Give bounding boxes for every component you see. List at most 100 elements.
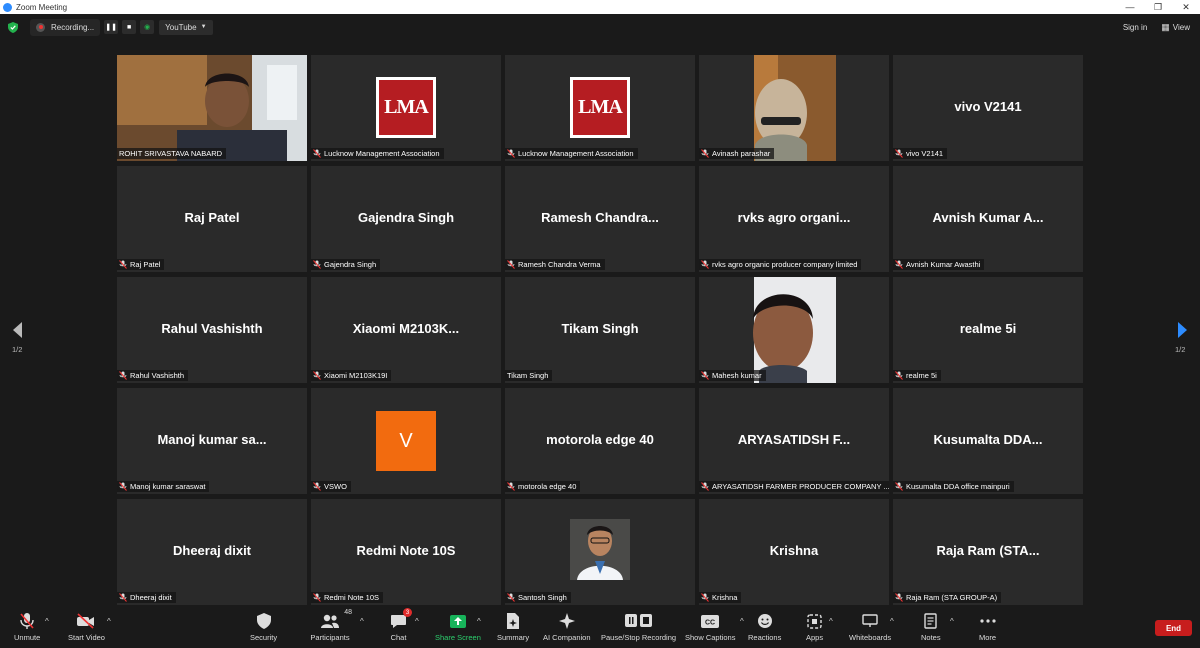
lma-logo: LMA	[570, 77, 630, 138]
share-screen-button[interactable]: Share Screen	[435, 611, 481, 642]
muted-mic-icon	[313, 482, 321, 491]
next-page-arrow-icon[interactable]	[1173, 320, 1191, 340]
participant-tile[interactable]: ARYASATIDSH F... ARYASATIDSH FARMER PRODU…	[699, 388, 889, 494]
chat-options-chevron-icon[interactable]: ^	[415, 617, 419, 626]
start-video-button[interactable]: Start Video	[68, 611, 105, 642]
participant-tile[interactable]: LMA Lucknow Management Association	[311, 55, 501, 161]
encryption-shield-icon[interactable]	[8, 21, 18, 33]
participant-name: Avinash parashar	[712, 149, 771, 158]
participant-tile[interactable]: Rahul Vashishth Rahul Vashishth	[117, 277, 307, 383]
more-dots-icon	[979, 619, 996, 623]
participant-tile[interactable]: Avnish Kumar A... Avnish Kumar Awasthi	[893, 166, 1083, 272]
apps-options-chevron-icon[interactable]: ^	[829, 617, 833, 626]
participant-tile[interactable]: Krishna Krishna	[699, 499, 889, 605]
participant-name-label: Avinash parashar	[699, 148, 775, 159]
participant-tile[interactable]: Dheeraj dixit Dheeraj dixit	[117, 499, 307, 605]
participant-display-name: rvks agro organi...	[737, 210, 851, 225]
participant-name: motorola edge 40	[518, 482, 577, 491]
participant-tile[interactable]: rvks agro organi... rvks agro organic pro…	[699, 166, 889, 272]
participant-tile[interactable]: ROHIT SRIVASTAVA NABARD	[117, 55, 307, 161]
participant-tile[interactable]: motorola edge 40 motorola edge 40	[505, 388, 695, 494]
pause-recording-button[interactable]: ❚❚	[104, 20, 119, 34]
participants-button[interactable]: 48 Participants	[310, 609, 352, 642]
reactions-button[interactable]: Reactions	[748, 611, 781, 642]
muted-mic-icon	[119, 482, 127, 491]
view-label: View	[1172, 22, 1190, 32]
participant-tile[interactable]: Raja Ram (STA... Raja Ram (STA GROUP-A)	[893, 499, 1083, 605]
participant-tile[interactable]: Manoj kumar sa... Manoj kumar saraswat	[117, 388, 307, 494]
participant-name: Rahul Vashishth	[130, 371, 185, 380]
participant-tile[interactable]: Mahesh kumar	[699, 277, 889, 383]
ai-companion-button[interactable]: AI Companion	[543, 611, 591, 642]
sign-in-link[interactable]: Sign in	[1123, 23, 1147, 32]
stop-recording-button[interactable]: ■	[122, 20, 137, 34]
video-options-chevron-icon[interactable]: ^	[107, 617, 111, 626]
participant-tile[interactable]: Santosh Singh	[505, 499, 695, 605]
chat-unread-badge: 3	[403, 608, 412, 617]
summary-button[interactable]: Summary	[497, 611, 529, 642]
window-title: Zoom Meeting	[16, 2, 68, 12]
participant-name-label: Kusumalta DDA office mainpuri	[893, 481, 1014, 492]
participant-name-label: Redmi Note 10S	[311, 592, 384, 603]
participant-name: VSWO	[324, 482, 347, 491]
participant-name: Krishna	[712, 593, 738, 602]
participant-name-label: VSWO	[311, 481, 351, 492]
window-titlebar: Zoom Meeting — ❐ ✕	[0, 0, 1200, 14]
lma-logo-text: LMA	[384, 96, 429, 118]
muted-mic-icon	[701, 593, 709, 602]
audio-options-chevron-icon[interactable]: ^	[45, 617, 49, 626]
recording-dot-icon	[36, 22, 45, 32]
participant-tile[interactable]: V VSWO	[311, 388, 501, 494]
participant-video-feed	[754, 55, 836, 161]
restore-button[interactable]: ❐	[1144, 2, 1172, 13]
participant-display-name: ARYASATIDSH F...	[737, 432, 851, 447]
participant-tile[interactable]: Kusumalta DDA... Kusumalta DDA office mai…	[893, 388, 1083, 494]
chat-button[interactable]: 3 Chat	[390, 608, 412, 642]
muted-mic-icon	[313, 149, 321, 158]
minimize-button[interactable]: —	[1116, 2, 1144, 12]
participant-name-label: Rahul Vashishth	[117, 370, 189, 381]
muted-mic-icon	[895, 371, 903, 380]
security-button[interactable]: Security	[250, 611, 277, 642]
show-captions-button[interactable]: CC Show Captions	[685, 611, 735, 642]
share-options-chevron-icon[interactable]: ^	[477, 617, 481, 626]
captions-options-chevron-icon[interactable]: ^	[740, 617, 744, 626]
end-meeting-button[interactable]: End	[1155, 620, 1192, 636]
close-button[interactable]: ✕	[1172, 2, 1200, 13]
unmute-button[interactable]: Unmute	[14, 611, 40, 642]
participant-tile[interactable]: Redmi Note 10S Redmi Note 10S	[311, 499, 501, 605]
share-screen-icon	[449, 614, 466, 628]
whiteboards-button[interactable]: Whiteboards	[849, 611, 891, 642]
participant-display-name: Redmi Note 10S	[356, 543, 456, 558]
participants-options-chevron-icon[interactable]: ^	[360, 617, 364, 626]
participant-tile[interactable]: Xiaomi M2103K... Xiaomi M2103K19I	[311, 277, 501, 383]
participant-name: rvks agro organic producer company limit…	[712, 260, 858, 269]
participant-tile[interactable]: Tikam Singh Tikam Singh	[505, 277, 695, 383]
participant-display-name: Manoj kumar sa...	[157, 432, 267, 447]
participant-tile[interactable]: realme 5i realme 5i	[893, 277, 1083, 383]
participant-tile[interactable]: Raj Patel Raj Patel	[117, 166, 307, 272]
participant-tile[interactable]: Avinash parashar	[699, 55, 889, 161]
whiteboards-options-chevron-icon[interactable]: ^	[890, 617, 894, 626]
participant-name-label: Avnish Kumar Awasthi	[893, 259, 985, 270]
pause-stop-recording-button[interactable]: Pause/Stop Recording	[601, 611, 676, 642]
notes-options-chevron-icon[interactable]: ^	[950, 617, 954, 626]
live-stream-icon[interactable]: ◉	[140, 20, 155, 34]
apps-button[interactable]: Apps	[806, 611, 823, 642]
muted-microphone-icon	[20, 613, 34, 629]
notes-button[interactable]: Notes	[921, 611, 941, 642]
ai-sparkle-icon	[558, 613, 575, 629]
view-button[interactable]: ▦ View	[1161, 22, 1190, 33]
participants-icon	[321, 614, 339, 628]
participant-tile[interactable]: Gajendra Singh Gajendra Singh	[311, 166, 501, 272]
participant-display-name: Ramesh Chandra...	[541, 210, 659, 225]
more-button[interactable]: More	[979, 611, 996, 642]
previous-page-arrow-icon[interactable]	[9, 320, 27, 340]
participant-name: Tikam Singh	[507, 371, 549, 380]
stream-destination-dropdown[interactable]: YouTube ▼	[159, 19, 213, 35]
participant-tile[interactable]: Ramesh Chandra... Ramesh Chandra Verma	[505, 166, 695, 272]
participant-display-name: motorola edge 40	[546, 432, 654, 447]
participant-tile[interactable]: vivo V2141 vivo V2141	[893, 55, 1083, 161]
participant-tile[interactable]: LMA Lucknow Management Association	[505, 55, 695, 161]
muted-mic-icon	[701, 482, 709, 491]
